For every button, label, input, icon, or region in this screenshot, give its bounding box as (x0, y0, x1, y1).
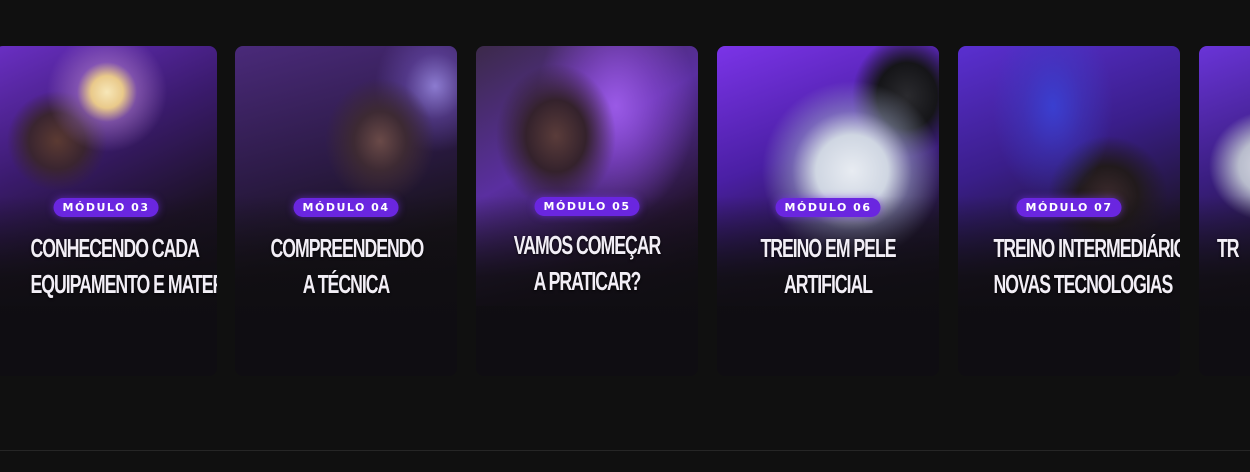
module-title-line: EQUIPAMENTO E MATERIAIS (30, 269, 217, 299)
module-title-line: TR (1217, 233, 1240, 263)
module-badge: MÓDULO 04 (293, 198, 399, 217)
module-title-line: ARTIFICIAL (783, 269, 873, 299)
module-title: COMPREENDENDO A TÉCNICA (270, 230, 425, 302)
module-badge: MÓDULO 05 (534, 197, 640, 216)
module-title: TR (1217, 230, 1250, 266)
module-title: VAMOS COMEÇAR A PRATICAR? (512, 227, 663, 299)
module-card-05[interactable]: MÓDULO 05 VAMOS COMEÇAR A PRATICAR? (476, 46, 698, 376)
module-title-line: A PRATICAR? (533, 266, 642, 296)
module-title: CONHECENDO CADA EQUIPAMENTO E MATERIAIS (30, 230, 217, 302)
module-card-07[interactable]: MÓDULO 07 TREINO INTERMEDIÁRIO E NOVAS T… (958, 46, 1180, 376)
module-badge: MÓDULO 06 (775, 198, 881, 217)
module-title-line: VAMOS COMEÇAR (513, 230, 662, 260)
module-title-line: COMPREENDENDO (270, 233, 425, 263)
module-card-06[interactable]: MÓDULO 06 TREINO EM PELE ARTIFICIAL (717, 46, 939, 376)
module-title: TREINO INTERMEDIÁRIO E NOVAS TECNOLOGIAS (993, 230, 1180, 302)
module-title: TREINO EM PELE ARTIFICIAL (753, 230, 904, 302)
module-badge: MÓDULO 07 (1016, 198, 1122, 217)
module-card-08-partial[interactable]: TR (1199, 46, 1250, 376)
module-title-line: TREINO EM PELE (760, 233, 896, 263)
module-card-03[interactable]: MÓDULO 03 CONHECENDO CADA EQUIPAMENTO E … (0, 46, 217, 376)
module-title-line: A TÉCNICA (302, 269, 390, 299)
section-divider (0, 450, 1250, 451)
module-badge: MÓDULO 03 (53, 198, 159, 217)
module-title-line: TREINO INTERMEDIÁRIO E (993, 233, 1180, 263)
module-carousel: MÓDULO 03 CONHECENDO CADA EQUIPAMENTO E … (0, 0, 1250, 472)
module-title-line: NOVAS TECNOLOGIAS (993, 269, 1174, 299)
module-card-04[interactable]: MÓDULO 04 COMPREENDENDO A TÉCNICA (235, 46, 457, 376)
module-title-line: CONHECENDO CADA (30, 233, 200, 263)
